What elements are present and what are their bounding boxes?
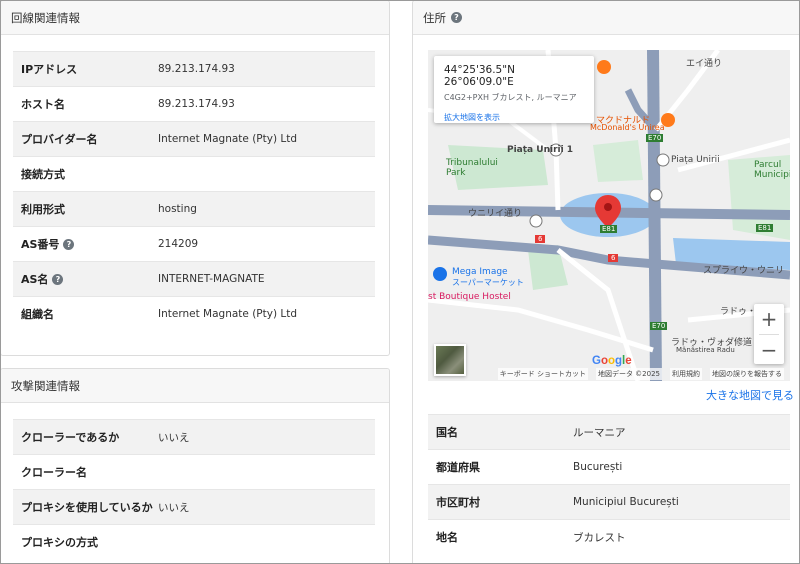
attack-info-table: クローラーであるか いいえ クローラー名 プロキシを使用しているか いいえ プロ…: [13, 419, 375, 559]
row-label: プロキシの方式: [21, 536, 98, 549]
map-label: Mega Image: [452, 267, 508, 277]
row-label: クローラー名: [21, 466, 87, 479]
row-value: Municipiul București: [573, 496, 679, 508]
route-badge: E81: [756, 224, 774, 232]
row-label: 都道府県: [436, 461, 480, 474]
table-row: AS名? INTERNET-MAGNATE: [13, 261, 375, 296]
row-value: 89.213.174.93: [158, 98, 235, 110]
row-label: ホスト名: [21, 98, 65, 111]
address-header: 住所 ?: [413, 1, 800, 35]
route-badge: E81: [600, 225, 618, 233]
table-row: プロバイダー名 Internet Magnate (Pty) Ltd: [13, 121, 375, 156]
route-badge: E70: [646, 134, 664, 142]
address-title: 住所: [423, 10, 446, 25]
table-row: 地名 ブカレスト: [428, 519, 790, 554]
row-label: 利用形式: [21, 203, 65, 216]
map-label: Parcul Municipiul: [754, 160, 790, 180]
help-icon[interactable]: ?: [52, 273, 64, 285]
row-label: IPアドレス: [21, 63, 78, 76]
map-data-text: 地図データ ©2025: [595, 368, 662, 380]
park-area: [593, 140, 643, 182]
row-label: 組織名: [21, 308, 54, 321]
row-label: AS名?: [13, 271, 158, 287]
table-row: 利用形式 hosting: [13, 191, 375, 226]
row-value: いいえ: [158, 431, 190, 444]
row-value: 89.213.174.93: [158, 63, 235, 75]
map-label: Piața Unirii 1: [507, 145, 574, 155]
row-value: ブカレスト: [573, 531, 626, 544]
row-value: ルーマニア: [573, 426, 626, 439]
keyboard-shortcuts-link[interactable]: キーボード ショートカット: [497, 368, 588, 380]
zoom-out-button[interactable]: −: [754, 335, 784, 365]
map-label: Piața Unirii: [671, 155, 720, 165]
map-label: エイ通り: [686, 59, 723, 69]
map-label: Mănăstirea Radu: [676, 346, 735, 354]
row-value: hosting: [158, 203, 197, 215]
route-badge: 6: [535, 235, 546, 243]
row-label: 市区町村: [436, 496, 480, 509]
attack-info-card: 攻撃関連情報 クローラーであるか いいえ クローラー名 プロキシを使用しているか…: [0, 368, 390, 564]
attack-info-title: 攻撃関連情報: [11, 378, 80, 393]
row-value: București: [573, 461, 623, 473]
map-label: st Boutique Hostel: [428, 292, 511, 302]
table-row: ホスト名 89.213.174.93: [13, 86, 375, 121]
table-row: クローラー名: [13, 454, 375, 489]
map-label: ウニリイ通り: [468, 209, 523, 219]
row-value: Internet Magnate (Pty) Ltd: [158, 308, 298, 320]
line-info-table: IPアドレス 89.213.174.93 ホスト名 89.213.174.93 …: [13, 51, 375, 331]
row-value: いいえ: [158, 501, 190, 514]
row-label: 国名: [436, 426, 458, 439]
row-label: 地名: [436, 531, 458, 544]
attack-info-header: 攻撃関連情報: [1, 369, 389, 403]
terms-link[interactable]: 利用規約: [670, 368, 702, 380]
map-coords: 44°25'36.5"N 26°06'09.0"E: [444, 64, 515, 88]
table-row: IPアドレス 89.213.174.93: [13, 51, 375, 86]
line-info-header: 回線関連情報: [1, 1, 389, 35]
row-value: Internet Magnate (Pty) Ltd: [158, 133, 298, 145]
table-row: 国名 ルーマニア: [428, 414, 790, 449]
map-label: ラドゥ・: [720, 307, 757, 317]
map-label: Tribunalului Park: [446, 158, 498, 178]
row-value: 214209: [158, 238, 199, 250]
map-view[interactable]: Piața Unirii 1 Tribunalului Park ウニリイ通り …: [428, 50, 790, 381]
google-logo: Google: [592, 355, 632, 367]
row-label: 接続方式: [21, 168, 65, 181]
row-label: プロバイダー名: [21, 133, 98, 146]
zoom-control: + −: [754, 304, 784, 364]
view-larger-map-link[interactable]: 拡大地図を表示: [444, 112, 584, 123]
table-row: 組織名 Internet Magnate (Pty) Ltd: [13, 296, 375, 331]
table-row: AS番号? 214209: [13, 226, 375, 261]
help-icon[interactable]: ?: [63, 238, 75, 250]
line-info-title: 回線関連情報: [11, 10, 80, 25]
view-bigger-map-link[interactable]: 大きな地図で見る: [706, 387, 794, 403]
table-row: 都道府県 București: [428, 449, 790, 484]
map-footer: キーボード ショートカット 地図データ ©2025 利用規約 地図の誤りを報告す…: [428, 367, 790, 381]
table-row: 市区町村 Municipiul București: [428, 484, 790, 519]
table-row: 接続方式: [13, 156, 375, 191]
report-error-link[interactable]: 地図の誤りを報告する: [710, 368, 784, 380]
route-badge: E70: [650, 322, 668, 330]
map-info-card: 44°25'36.5"N 26°06'09.0"E C4G2+PXH ブカレスト…: [434, 56, 594, 123]
row-label: クローラーであるか: [21, 431, 120, 444]
zoom-in-button[interactable]: +: [754, 304, 784, 334]
table-row: プロキシを使用しているか いいえ: [13, 489, 375, 524]
row-value: INTERNET-MAGNATE: [158, 273, 265, 285]
map-label: スーパーマーケット: [452, 278, 524, 287]
address-info-table: 国名 ルーマニア 都道府県 București 市区町村 Municipiul …: [428, 414, 790, 554]
line-info-card: 回線関連情報 IPアドレス 89.213.174.93 ホスト名 89.213.…: [0, 0, 390, 356]
help-icon[interactable]: ?: [451, 12, 462, 23]
row-label: プロキシを使用しているか: [21, 501, 153, 514]
map-label: McDonald's Unirea: [590, 123, 665, 132]
map-plus-code: C4G2+PXH ブカレスト, ルーマニア: [444, 93, 577, 102]
map-label: スプライウ・ウニリ: [703, 266, 785, 276]
table-row: プロキシの方式: [13, 524, 375, 559]
route-badge: 6: [608, 254, 619, 262]
row-label: AS番号?: [13, 236, 158, 252]
table-row: クローラーであるか いいえ: [13, 419, 375, 454]
